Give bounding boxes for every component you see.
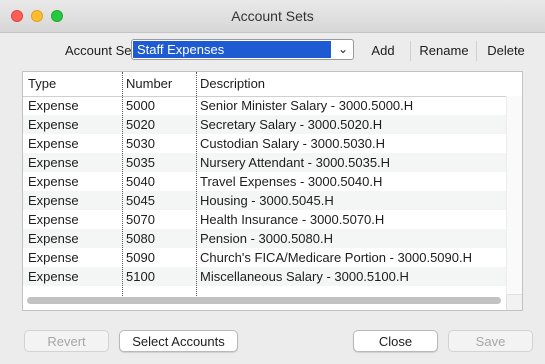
cell-number: 5040 xyxy=(126,174,155,189)
account-set-select[interactable]: Staff Expenses ⌄ xyxy=(131,39,354,60)
scroll-corner xyxy=(506,294,522,310)
cell-number: 5020 xyxy=(126,117,155,132)
table-row[interactable]: Expense 5000 Senior Minister Salary - 30… xyxy=(23,96,518,115)
vertical-scroll-track[interactable] xyxy=(506,96,522,295)
cell-type: Expense xyxy=(28,269,79,284)
cell-number: 5000 xyxy=(126,98,155,113)
table-row[interactable]: Expense 5035 Nursery Attendant - 3000.50… xyxy=(23,153,518,172)
close-button[interactable]: Close xyxy=(353,330,438,352)
cell-type: Expense xyxy=(28,193,79,208)
cell-description: Senior Minister Salary - 3000.5000.H xyxy=(200,98,414,113)
column-header-type[interactable]: Type xyxy=(28,76,56,91)
cell-type: Expense xyxy=(28,98,79,113)
toolbar-divider xyxy=(410,41,411,61)
horizontal-scrollbar[interactable] xyxy=(27,297,501,304)
revert-button[interactable]: Revert xyxy=(24,330,109,352)
column-divider[interactable] xyxy=(196,72,197,296)
toolbar-divider xyxy=(476,41,477,61)
cell-type: Expense xyxy=(28,117,79,132)
cell-description: Church's FICA/Medicare Portion - 3000.50… xyxy=(200,250,472,265)
column-header-description[interactable]: Description xyxy=(200,76,265,91)
table-row[interactable]: Expense 5100 Miscellaneous Salary - 3000… xyxy=(23,267,518,286)
cell-type: Expense xyxy=(28,250,79,265)
window-title: Account Sets xyxy=(231,8,314,24)
cell-number: 5090 xyxy=(126,250,155,265)
cell-number: 5045 xyxy=(126,193,155,208)
cell-description: Health Insurance - 3000.5070.H xyxy=(200,212,385,227)
cell-type: Expense xyxy=(28,174,79,189)
table-row[interactable]: Expense 5080 Pension - 3000.5080.H xyxy=(23,229,518,248)
table-row[interactable]: Expense 5020 Secretary Salary - 3000.502… xyxy=(23,115,518,134)
cell-description: Travel Expenses - 3000.5040.H xyxy=(200,174,383,189)
account-set-selected-value: Staff Expenses xyxy=(133,41,331,58)
cell-description: Housing - 3000.5045.H xyxy=(200,193,334,208)
account-sets-window: Account Sets Account Sets: Staff Expense… xyxy=(0,0,545,364)
table-header: Type Number Description xyxy=(23,72,522,97)
table-row[interactable]: Expense 5030 Custodian Salary - 3000.503… xyxy=(23,134,518,153)
cell-number: 5035 xyxy=(126,155,155,170)
rename-button[interactable]: Rename xyxy=(415,41,473,61)
add-button[interactable]: Add xyxy=(363,41,403,61)
select-accounts-button[interactable]: Select Accounts xyxy=(119,330,238,352)
cell-number: 5100 xyxy=(126,269,155,284)
title-bar: Account Sets xyxy=(0,0,545,33)
cell-number: 5030 xyxy=(126,136,155,151)
cell-type: Expense xyxy=(28,155,79,170)
column-divider[interactable] xyxy=(122,72,123,296)
save-button[interactable]: Save xyxy=(448,330,533,352)
cell-description: Custodian Salary - 3000.5030.H xyxy=(200,136,386,151)
cell-description: Miscellaneous Salary - 3000.5100.H xyxy=(200,269,409,284)
chevron-down-icon: ⌄ xyxy=(337,42,348,56)
cell-description: Nursery Attendant - 3000.5035.H xyxy=(200,155,391,170)
cell-description: Secretary Salary - 3000.5020.H xyxy=(200,117,383,132)
cell-description: Pension - 3000.5080.H xyxy=(200,231,333,246)
table-row[interactable]: Expense 5045 Housing - 3000.5045.H xyxy=(23,191,518,210)
cell-type: Expense xyxy=(28,212,79,227)
cell-type: Expense xyxy=(28,231,79,246)
table-row[interactable]: Expense 5070 Health Insurance - 3000.507… xyxy=(23,210,518,229)
cell-number: 5070 xyxy=(126,212,155,227)
table-row[interactable]: Expense 5040 Travel Expenses - 3000.5040… xyxy=(23,172,518,191)
delete-button[interactable]: Delete xyxy=(481,41,531,61)
cell-number: 5080 xyxy=(126,231,155,246)
table-row[interactable]: Expense 5090 Church's FICA/Medicare Port… xyxy=(23,248,518,267)
cell-type: Expense xyxy=(28,136,79,151)
accounts-table[interactable]: Type Number Description Expense 5000 Sen… xyxy=(22,71,523,311)
column-header-number[interactable]: Number xyxy=(126,76,172,91)
